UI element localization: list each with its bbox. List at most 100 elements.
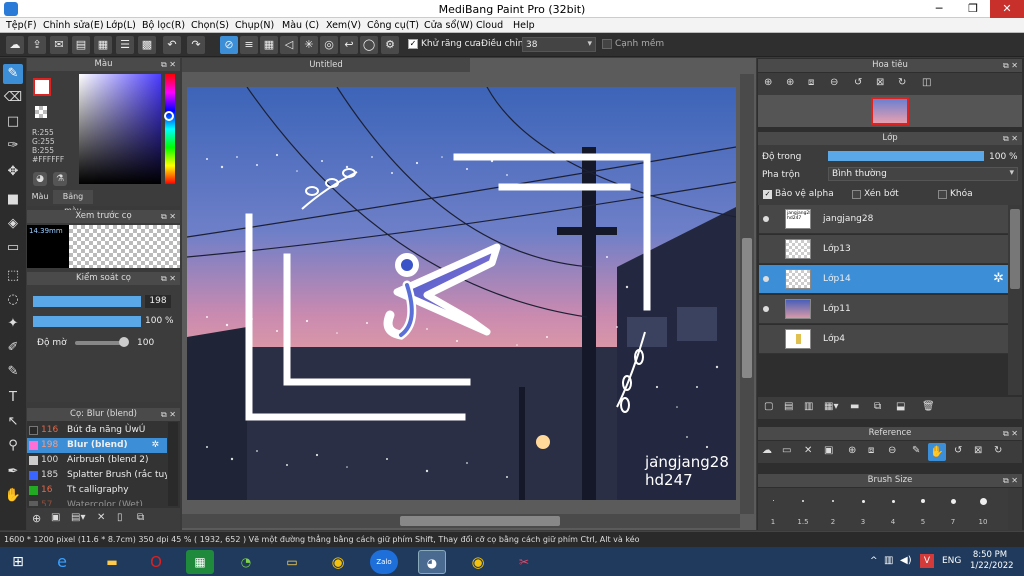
- menu-layer[interactable]: Lớp(L): [106, 20, 136, 31]
- zoom-in-icon[interactable]: ⊕: [764, 77, 772, 88]
- vertical-scroll-thumb[interactable]: [742, 238, 752, 378]
- menu-file[interactable]: Tệp(F): [6, 20, 37, 31]
- internet-explorer-icon[interactable]: e: [48, 550, 76, 574]
- brush-size-scrollbar[interactable]: [1008, 488, 1022, 530]
- gear-icon[interactable]: ✲: [151, 438, 159, 453]
- layer-scrollbar[interactable]: [1008, 205, 1022, 395]
- snap-off-icon[interactable]: ⊘: [220, 36, 238, 54]
- layer-row[interactable]: jangjang28 hd247 jangjang28: [759, 205, 1008, 234]
- clipping-checkbox[interactable]: [852, 190, 861, 199]
- brush-size-value[interactable]: 198: [145, 295, 171, 308]
- folder-icon[interactable]: ▭: [278, 550, 306, 574]
- reset-icon[interactable]: ⊠: [876, 77, 884, 88]
- vietkey-icon[interactable]: V: [920, 554, 934, 568]
- foreground-color-swatch[interactable]: [33, 78, 51, 96]
- chrome-profile-icon[interactable]: ◉: [464, 550, 492, 574]
- brush-item[interactable]: 116 Bút đa năng ÙwÚ: [27, 423, 167, 438]
- cccleaner-icon[interactable]: ◔: [232, 550, 260, 574]
- bucket-tool-icon[interactable]: ◈: [3, 214, 23, 234]
- menu-capture[interactable]: Chụp(N): [235, 20, 274, 31]
- brush-item[interactable]: 100 Airbrush (blend 2): [27, 453, 167, 468]
- brush-size-option[interactable]: 4: [878, 490, 908, 530]
- lasso-tool-icon[interactable]: ◌: [3, 290, 23, 310]
- image-icon[interactable]: ▣: [824, 445, 833, 456]
- menu-color[interactable]: Màu (C): [282, 20, 319, 31]
- file-explorer-icon[interactable]: ▬: [98, 550, 126, 574]
- snap-parallel-icon[interactable]: ≡: [240, 36, 258, 54]
- fit-icon[interactable]: ⧈: [868, 445, 874, 456]
- brush-size-option[interactable]: 10: [968, 490, 998, 530]
- layer-row-selected[interactable]: Lớp14 ✲: [759, 265, 1008, 294]
- restore-button[interactable]: ❐: [956, 0, 990, 18]
- brush-folder-icon[interactable]: ▣: [51, 512, 60, 523]
- navigator-thumbnail[interactable]: [871, 97, 909, 125]
- trash-icon[interactable]: 🗑: [922, 401, 935, 412]
- blur-slider[interactable]: [75, 341, 125, 345]
- new-layer-icon[interactable]: ▢: [764, 401, 773, 412]
- menu-select[interactable]: Chọn(S): [191, 20, 229, 31]
- antialias-checkbox[interactable]: ✓: [408, 39, 418, 49]
- eye-icon[interactable]: [763, 216, 769, 222]
- palette-icon[interactable]: ◕: [33, 172, 47, 186]
- open-folder-icon[interactable]: ▭: [782, 445, 791, 456]
- medibang-icon[interactable]: ◕: [418, 550, 446, 574]
- zoom-in-icon[interactable]: ⊕: [848, 445, 856, 456]
- adjust-select[interactable]: 38 ▾: [522, 37, 596, 52]
- new-8bit-layer-icon[interactable]: ▥: [804, 401, 813, 412]
- shape-tool-icon[interactable]: □: [3, 112, 23, 132]
- zoom-out-icon[interactable]: ⊖: [830, 77, 838, 88]
- chrome-icon[interactable]: ◉: [324, 550, 352, 574]
- delete-brush-icon[interactable]: ✕: [97, 512, 105, 523]
- layer-row[interactable]: Lớp4: [759, 325, 1008, 354]
- hand-tool-icon[interactable]: ✋: [3, 486, 23, 506]
- eyedropper-tool-icon[interactable]: ⚲: [3, 436, 23, 456]
- redo-icon[interactable]: ↷: [187, 36, 205, 54]
- zalo-icon[interactable]: Zalo: [370, 550, 398, 574]
- brush-item[interactable]: 16 Tt calligraphy: [27, 483, 167, 498]
- brush-opacity-slider[interactable]: [33, 316, 141, 327]
- share-icon[interactable]: ⇪: [28, 36, 46, 54]
- transparent-color-swatch[interactable]: [35, 106, 47, 118]
- dot-tool-icon[interactable]: ✑: [3, 136, 23, 156]
- menu-filter[interactable]: Bộ lọc(R): [142, 20, 185, 31]
- protect-alpha-checkbox[interactable]: ✓: [763, 190, 772, 199]
- zoom-in-icon[interactable]: ⊕: [786, 77, 794, 88]
- add-brush-menu-icon[interactable]: ▤▾: [71, 512, 85, 523]
- network-icon[interactable]: ▥: [884, 555, 893, 566]
- blend-mode-select[interactable]: Bình thường ▾: [828, 167, 1018, 181]
- close-icon[interactable]: ✕: [804, 445, 812, 456]
- menu-edit[interactable]: Chỉnh sửa(E): [43, 20, 104, 31]
- eye-icon[interactable]: [763, 276, 769, 282]
- document-icon[interactable]: ▤: [72, 36, 90, 54]
- language-indicator[interactable]: ENG: [942, 556, 961, 566]
- comment-icon[interactable]: ✉: [50, 36, 68, 54]
- layer-row[interactable]: Lớp11: [759, 295, 1008, 324]
- artwork-canvas[interactable]: jangjang28 hd247: [187, 87, 736, 500]
- hue-slider[interactable]: [165, 74, 175, 184]
- minimize-button[interactable]: ─: [922, 0, 956, 18]
- rotate-right-icon[interactable]: ↻: [994, 445, 1002, 456]
- hand-icon[interactable]: ✋: [928, 443, 946, 461]
- hue-handle[interactable]: [164, 111, 174, 121]
- close-button[interactable]: ✕: [990, 0, 1024, 18]
- flip-icon[interactable]: ◫: [922, 77, 931, 88]
- snap-cross-icon[interactable]: ▦: [260, 36, 278, 54]
- text-tool-icon[interactable]: T: [3, 388, 23, 408]
- brush-size-option[interactable]: 2: [818, 490, 848, 530]
- merge-layer-icon[interactable]: ⬓: [896, 401, 905, 412]
- select-tool-icon[interactable]: ⬚: [3, 266, 23, 286]
- new-halftone-layer-icon[interactable]: ▤: [784, 401, 793, 412]
- cloud-icon[interactable]: ☁: [762, 445, 772, 456]
- pen-tool-icon[interactable]: ✒: [3, 462, 23, 482]
- horizontal-scroll-thumb[interactable]: [400, 516, 560, 526]
- volume-icon[interactable]: ◀): [900, 555, 912, 566]
- brush-item[interactable]: 185Splatter Brush (rắc tuyết): [27, 468, 167, 483]
- menu-view[interactable]: Xem(V): [326, 20, 361, 31]
- rotate-left-icon[interactable]: ↺: [954, 445, 962, 456]
- tray-arrow-icon[interactable]: ^: [870, 556, 878, 566]
- brush-size-option[interactable]: 1.5: [788, 490, 818, 530]
- snipping-tool-icon[interactable]: ✂: [510, 550, 538, 574]
- operation-tool-icon[interactable]: ↖: [3, 412, 23, 432]
- eye-icon[interactable]: [763, 306, 769, 312]
- tab-palette[interactable]: Bảng màu: [53, 190, 93, 215]
